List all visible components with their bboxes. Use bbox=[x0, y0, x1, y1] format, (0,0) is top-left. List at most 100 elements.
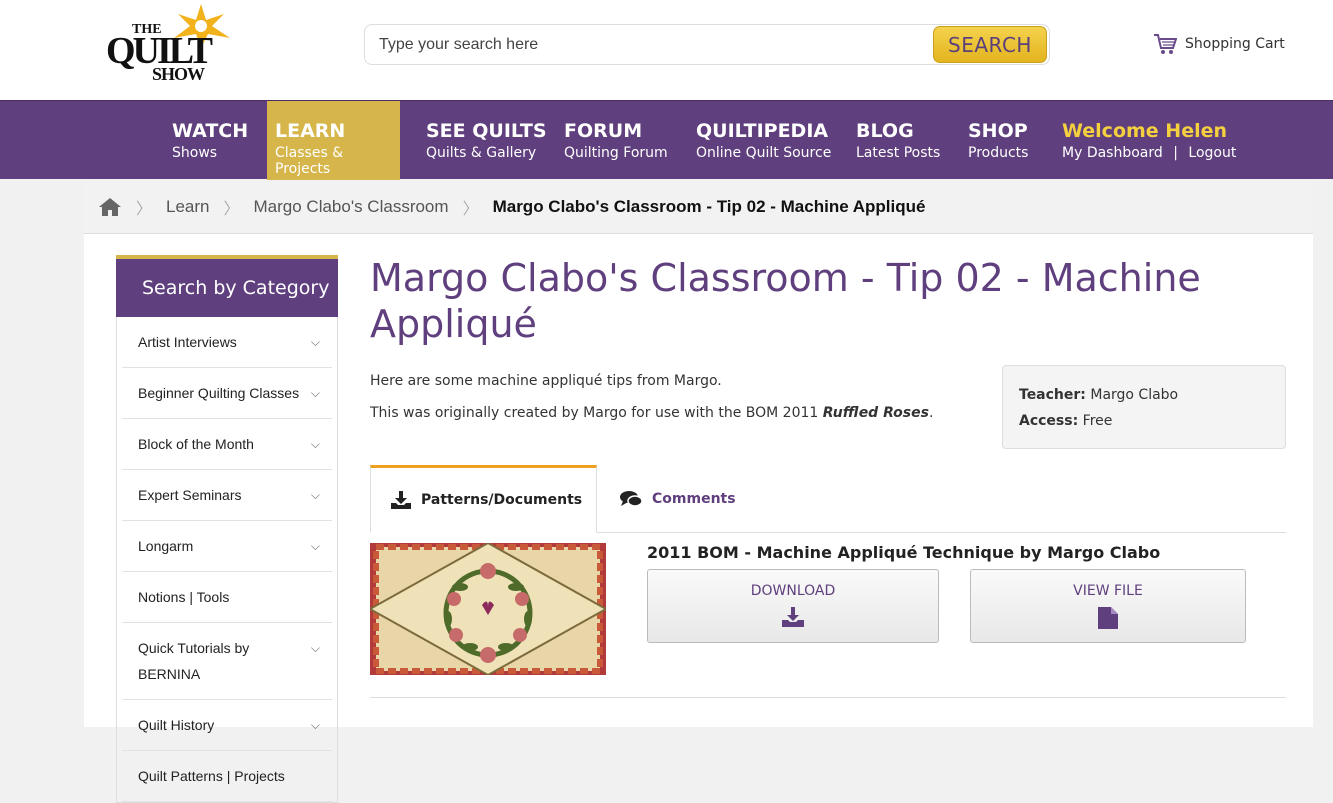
quilt-thumbnail[interactable] bbox=[370, 543, 606, 675]
chevron-down-icon[interactable]: ⌵ bbox=[311, 482, 320, 508]
teacher-label: Teacher: bbox=[1019, 387, 1086, 403]
file-title: 2011 BOM - Machine Appliqué Technique by… bbox=[647, 543, 1161, 562]
tab-patterns-documents[interactable]: Patterns/Documents bbox=[370, 465, 597, 533]
category-artist-interviews[interactable]: Artist Interviews ⌵ bbox=[122, 317, 332, 368]
content-tabs: Patterns/Documents Comments bbox=[370, 465, 1286, 533]
page-title: Margo Clabo's Classroom - Tip 02 - Machi… bbox=[370, 256, 1201, 346]
welcome-text: Welcome Helen bbox=[1062, 120, 1228, 142]
chevron-down-icon[interactable]: ⌵ bbox=[311, 329, 320, 355]
breadcrumb-current: Margo Clabo's Classroom - Tip 02 - Machi… bbox=[492, 196, 926, 216]
intro-line-1: Here are some machine appliqué tips from… bbox=[370, 373, 722, 389]
logout-link[interactable]: Logout bbox=[1188, 145, 1236, 161]
dashboard-link[interactable]: My Dashboard bbox=[1062, 145, 1163, 161]
category-label: Quilt Patterns | Projects bbox=[138, 768, 285, 784]
download-icon bbox=[391, 491, 411, 509]
nav-watch[interactable]: WATCH Shows bbox=[172, 101, 248, 180]
nav-subtitle: Latest Posts bbox=[856, 145, 941, 161]
access-row: Access: Free bbox=[1019, 408, 1269, 434]
main-nav: WATCH Shows LEARN Classes & Projects SEE… bbox=[0, 100, 1333, 180]
nav-forum[interactable]: FORUM Quilting Forum bbox=[564, 101, 668, 180]
pattern-name: Ruffled Roses bbox=[822, 405, 929, 421]
search-input[interactable] bbox=[379, 25, 919, 64]
nav-see-quilts[interactable]: SEE QUILTS Quilts & Gallery bbox=[426, 101, 547, 180]
category-block-of-month[interactable]: Block of the Month ⌵ bbox=[122, 419, 332, 470]
chevron-down-icon[interactable]: ⌵ bbox=[311, 533, 320, 559]
view-file-button[interactable]: VIEW FILE bbox=[970, 569, 1246, 643]
nav-title: SEE QUILTS bbox=[426, 120, 547, 142]
category-label: Quilt History bbox=[138, 717, 215, 733]
search-box: SEARCH bbox=[364, 24, 1050, 65]
breadcrumb-learn[interactable]: Learn bbox=[166, 197, 209, 217]
sidebar-heading: Search by Category bbox=[116, 255, 338, 317]
comments-icon bbox=[620, 491, 642, 507]
cart-icon bbox=[1154, 34, 1177, 54]
view-file-label: VIEW FILE bbox=[1073, 583, 1143, 599]
category-quilt-history[interactable]: Quilt History ⌵ bbox=[122, 700, 332, 751]
category-quilt-patterns[interactable]: Quilt Patterns | Projects bbox=[122, 751, 332, 802]
search-button[interactable]: SEARCH bbox=[933, 26, 1047, 63]
intro-text: This was originally created by Margo for… bbox=[370, 405, 823, 421]
site-header: THE QUILT SHOW SEARCH Shopping Cart bbox=[0, 0, 1333, 100]
file-icon bbox=[1098, 607, 1118, 629]
tab-label: Comments bbox=[652, 491, 736, 507]
category-notions-tools[interactable]: Notions | Tools bbox=[122, 572, 332, 623]
category-label: Artist Interviews bbox=[138, 334, 237, 350]
download-label: DOWNLOAD bbox=[750, 583, 836, 599]
chevron-down-icon[interactable]: ⌵ bbox=[311, 712, 320, 738]
nav-title: LEARN bbox=[275, 120, 346, 142]
category-label: Quick Tutorials by BERNINA bbox=[138, 640, 250, 682]
download-button[interactable]: DOWNLOAD bbox=[647, 569, 939, 643]
nav-title: BLOG bbox=[856, 120, 914, 142]
category-label: Block of the Month bbox=[138, 436, 254, 452]
article-intro: Here are some machine appliqué tips from… bbox=[370, 365, 933, 429]
nav-subtitle: Online Quilt Source bbox=[696, 145, 832, 161]
chevron-down-icon[interactable]: ⌵ bbox=[311, 380, 320, 406]
category-expert-seminars[interactable]: Expert Seminars ⌵ bbox=[122, 470, 332, 521]
cart-label: Shopping Cart bbox=[1185, 36, 1285, 52]
nav-welcome: Welcome Helen My Dashboard | Logout bbox=[1062, 101, 1236, 180]
tab-comments[interactable]: Comments bbox=[620, 465, 736, 533]
link-separator: | bbox=[1173, 145, 1178, 161]
category-sidebar: Search by Category Artist Interviews ⌵ Be… bbox=[116, 255, 338, 803]
chevron-right-icon: 〉 bbox=[462, 200, 479, 218]
nav-subtitle: Quilting Forum bbox=[564, 145, 668, 161]
chevron-down-icon[interactable]: ⌵ bbox=[311, 635, 320, 661]
intro-line-2: This was originally created by Margo for… bbox=[370, 397, 933, 429]
nav-quiltipedia[interactable]: QUILTIPEDIA Online Quilt Source bbox=[696, 101, 831, 180]
nav-blog[interactable]: BLOG Latest Posts bbox=[856, 101, 940, 180]
class-info-box: Teacher: Margo Clabo Access: Free bbox=[1002, 365, 1286, 449]
article: Margo Clabo's Classroom - Tip 02 - Machi… bbox=[370, 255, 1286, 698]
file-item: 2011 BOM - Machine Appliqué Technique by… bbox=[370, 543, 1286, 698]
home-icon[interactable] bbox=[98, 197, 122, 217]
chevron-down-icon[interactable]: ⌵ bbox=[311, 431, 320, 457]
category-label: Expert Seminars bbox=[138, 487, 242, 503]
nav-title: SHOP bbox=[968, 120, 1028, 142]
nav-subtitle: Shows bbox=[172, 145, 218, 161]
main-content: 〉 Learn 〉 Margo Clabo's Classroom 〉 Marg… bbox=[84, 180, 1313, 803]
category-label: Notions | Tools bbox=[138, 589, 230, 605]
account-links: My Dashboard | Logout bbox=[1062, 145, 1236, 161]
access-label: Access: bbox=[1019, 413, 1079, 429]
nav-title: FORUM bbox=[564, 120, 643, 142]
breadcrumb-classroom[interactable]: Margo Clabo's Classroom bbox=[254, 197, 449, 217]
nav-shop[interactable]: SHOP Products bbox=[968, 101, 1028, 180]
download-icon bbox=[782, 607, 804, 627]
chevron-right-icon: 〉 bbox=[136, 200, 153, 218]
nav-subtitle: Products bbox=[968, 145, 1029, 161]
category-beginner-quilting[interactable]: Beginner Quilting Classes ⌵ bbox=[122, 368, 332, 419]
category-label: Longarm bbox=[138, 538, 194, 554]
shopping-cart-link[interactable]: Shopping Cart bbox=[1153, 33, 1285, 55]
logo-show: SHOW bbox=[152, 64, 205, 84]
tab-label: Patterns/Documents bbox=[421, 492, 583, 508]
teacher-value: Margo Clabo bbox=[1090, 387, 1179, 403]
breadcrumb: 〉 Learn 〉 Margo Clabo's Classroom 〉 Marg… bbox=[84, 180, 1313, 234]
category-list: Artist Interviews ⌵ Beginner Quilting Cla… bbox=[116, 317, 338, 803]
category-longarm[interactable]: Longarm ⌵ bbox=[122, 521, 332, 572]
category-quick-tutorials[interactable]: Quick Tutorials by BERNINA ⌵ bbox=[122, 623, 332, 700]
access-value: Free bbox=[1082, 413, 1113, 429]
category-label: Beginner Quilting Classes bbox=[138, 385, 300, 401]
teacher-row: Teacher: Margo Clabo bbox=[1019, 382, 1269, 408]
site-logo[interactable]: THE QUILT SHOW bbox=[104, 4, 234, 84]
chevron-right-icon: 〉 bbox=[223, 200, 240, 218]
nav-learn[interactable]: LEARN Classes & Projects bbox=[267, 101, 400, 180]
